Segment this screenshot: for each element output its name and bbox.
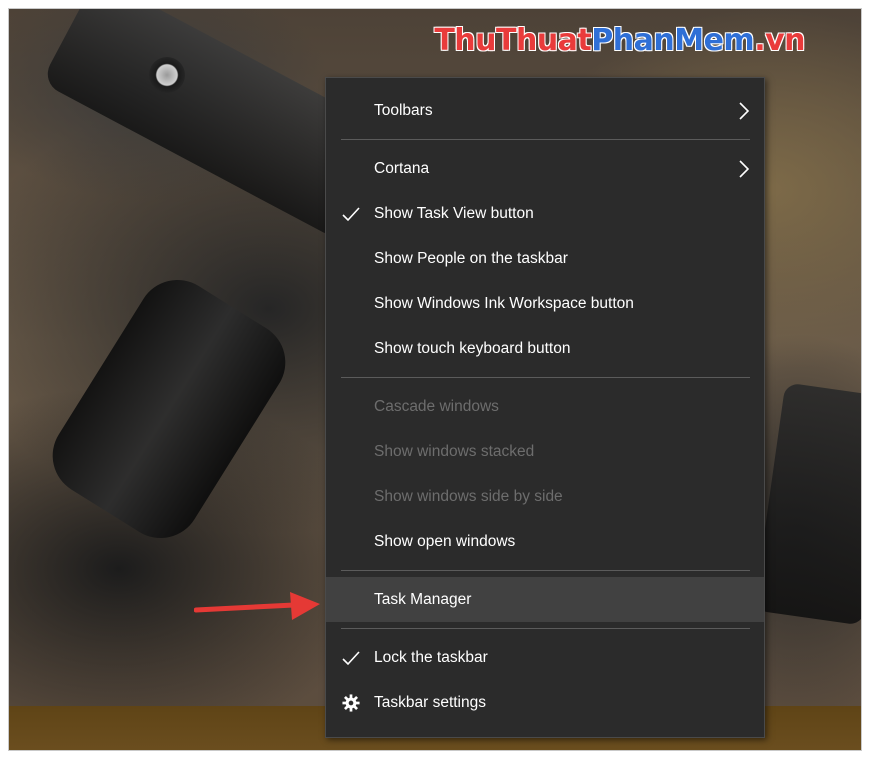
wallpaper-rifle-grip: [37, 264, 301, 554]
menu-item-label: Show touch keyboard button: [374, 339, 571, 357]
menu-separator: [341, 628, 750, 629]
checkmark-icon: [342, 206, 360, 221]
menu-item-label: Show People on the taskbar: [374, 249, 568, 267]
menu-item-label: Toolbars: [374, 101, 433, 119]
menu-item-label: Show windows stacked: [374, 442, 535, 460]
menu-separator: [341, 139, 750, 140]
gear-icon: [342, 693, 360, 712]
wallpaper-gear: [753, 382, 861, 626]
menu-item-show-people[interactable]: Show People on the taskbar: [326, 236, 764, 281]
menu-item-label: Show windows side by side: [374, 487, 563, 505]
checkmark-icon: [342, 650, 360, 665]
menu-item-taskbar-settings[interactable]: Taskbar settings: [326, 680, 764, 725]
menu-item-label: Lock the taskbar: [374, 648, 488, 666]
menu-item-show-open-windows[interactable]: Show open windows: [326, 519, 764, 564]
menu-item-cascade-windows: Cascade windows: [326, 384, 764, 429]
menu-item-label: Cortana: [374, 159, 430, 177]
watermark-logo: ThuThuatPhanMem.vn: [434, 23, 805, 58]
wallpaper-rifle-sight: [149, 57, 185, 93]
menu-item-label: Show Windows Ink Workspace button: [374, 294, 634, 312]
menu-item-show-task-view[interactable]: Show Task View button: [326, 191, 764, 236]
menu-item-label: Show Task View button: [374, 204, 534, 222]
menu-separator: [341, 377, 750, 378]
chevron-right-icon: [739, 159, 750, 178]
menu-item-task-manager[interactable]: Task Manager: [326, 577, 764, 622]
menu-item-toolbars[interactable]: Toolbars: [326, 88, 764, 133]
menu-item-windows-side-by-side: Show windows side by side: [326, 474, 764, 519]
menu-separator: [341, 570, 750, 571]
menu-item-label: Show open windows: [374, 532, 516, 550]
chevron-right-icon: [739, 101, 750, 120]
menu-item-label: Task Manager: [374, 590, 472, 608]
menu-item-show-touch-keyboard[interactable]: Show touch keyboard button: [326, 326, 764, 371]
red-arrow-icon: [194, 592, 320, 620]
menu-item-label: Taskbar settings: [374, 693, 486, 711]
menu-item-cortana[interactable]: Cortana: [326, 146, 764, 191]
menu-item-windows-stacked: Show windows stacked: [326, 429, 764, 474]
menu-item-lock-taskbar[interactable]: Lock the taskbar: [326, 635, 764, 680]
taskbar-context-menu: Toolbars Cortana Show Task View button S…: [325, 77, 765, 738]
menu-item-label: Cascade windows: [374, 397, 499, 415]
menu-item-show-ink-workspace[interactable]: Show Windows Ink Workspace button: [326, 281, 764, 326]
